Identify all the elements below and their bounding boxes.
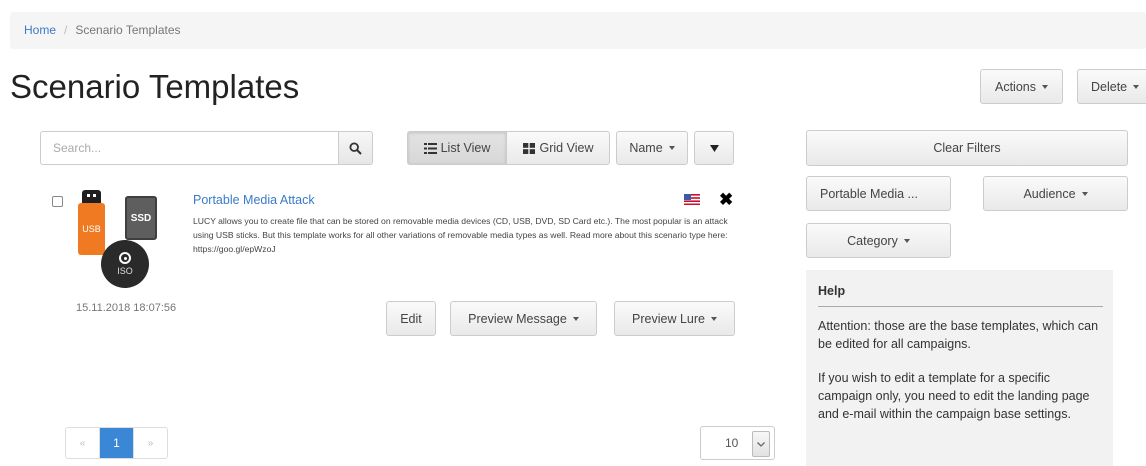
portable-media-filter-button[interactable]: Portable Media ... [806,176,951,211]
list-icon [423,142,437,154]
delete-dropdown-button[interactable]: Delete [1077,69,1146,104]
sort-dropdown-button[interactable]: Name [616,131,688,165]
page-size-value: 10 [725,436,739,450]
clear-filters-label: Clear Filters [933,141,1001,155]
item-timestamp: 15.11.2018 18:07:56 [76,302,177,314]
breadcrumb: Home / Scenario Templates [10,12,1146,49]
audience-filter-label: Audience [1023,186,1076,201]
pagination: « 1 » [65,427,168,459]
portable-media-filter-label: Portable Media ... [820,186,918,201]
us-flag-icon [684,194,700,205]
item-title-link[interactable]: Portable Media Attack [193,193,315,207]
search-button[interactable] [338,131,373,165]
help-panel: Help Attention: those are the base templ… [806,270,1113,466]
list-view-label: List View [440,141,491,155]
actions-label: Actions [995,79,1036,94]
caret-down-icon [1081,191,1088,196]
help-paragraph: Attention: those are the base templates,… [818,319,1099,351]
search-icon [349,141,362,155]
pagination-page-1[interactable]: 1 [99,428,133,458]
delete-label: Delete [1091,79,1128,94]
ssd-icon: SSD [125,196,157,240]
edit-label: Edit [400,311,422,326]
audience-filter-button[interactable]: Audience [983,176,1128,211]
caret-down-icon [668,146,675,150]
preview-lure-label: Preview Lure [632,311,705,326]
item-checkbox[interactable] [52,196,63,207]
breadcrumb-current: Scenario Templates [75,23,181,37]
page-size-select[interactable]: 10 [700,426,775,460]
chevron-down-icon [757,441,765,447]
clear-filters-button[interactable]: Clear Filters [806,130,1128,166]
grid-icon [522,142,535,154]
caret-down-icon [572,316,579,321]
preview-message-button[interactable]: Preview Message [450,301,597,336]
edit-button[interactable]: Edit [386,301,436,336]
item-description: LUCY allows you to create file that can … [193,216,728,254]
pagination-next[interactable]: » [133,428,167,458]
remove-icon[interactable]: ✖ [719,190,733,210]
preview-message-label: Preview Message [468,311,567,326]
triangle-down-icon [709,144,719,152]
caret-down-icon [903,238,910,243]
caret-down-icon [1042,84,1048,89]
grid-view-label: Grid View [539,141,594,155]
disc-hole-icon [119,252,131,264]
usb-cap-icon [82,190,101,204]
category-filter-button[interactable]: Category [806,223,951,258]
usb-stick-icon: USB [78,203,105,255]
page-title: Scenario Templates [10,68,300,105]
select-arrow [752,431,770,457]
list-view-button[interactable]: List View [407,131,507,165]
sort-direction-button[interactable] [694,131,734,165]
actions-dropdown-button[interactable]: Actions [980,69,1063,104]
iso-label: ISO [117,266,133,276]
pagination-prev[interactable]: « [66,428,99,458]
category-filter-label: Category [847,233,898,248]
iso-disc-icon: ISO [101,240,149,288]
help-title: Help [818,284,1103,307]
caret-down-icon [1133,84,1140,89]
breadcrumb-separator: / [64,23,68,37]
grid-view-button[interactable]: Grid View [506,131,610,165]
breadcrumb-home-link[interactable]: Home [24,23,56,37]
help-paragraph: If you wish to edit a template for a spe… [818,371,1090,421]
sort-label: Name [629,141,663,155]
search-input[interactable] [40,131,339,165]
caret-down-icon [710,316,717,321]
preview-lure-button[interactable]: Preview Lure [614,301,735,336]
